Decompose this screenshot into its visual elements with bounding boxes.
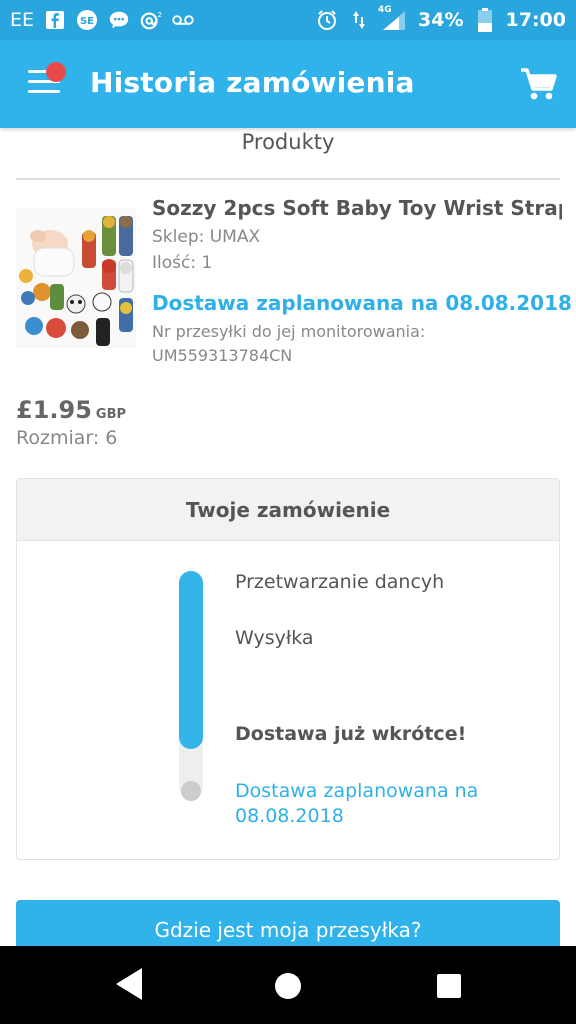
- navigation-bar: [0, 946, 576, 1024]
- svg-text:2: 2: [157, 10, 162, 19]
- notification-dot: [46, 62, 66, 82]
- order-status-card: Twoje zamówienie Przetwarzanie dancyh Wy…: [16, 478, 560, 860]
- back-icon[interactable]: [112, 966, 146, 1002]
- step-delivery-soon: Dostawa już wkrótce!: [235, 723, 467, 745]
- voicemail-icon: [172, 9, 194, 31]
- app-bar: Historia zamówienia: [0, 40, 576, 128]
- step-processing: Przetwarzanie dancyh: [235, 571, 445, 593]
- price-value: £1.95: [16, 396, 92, 424]
- network-type-label: 4G: [378, 5, 392, 15]
- step-shipping: Wysyłka: [235, 627, 314, 649]
- step-delivery-date: Dostawa zaplanowana na 08.08.2018: [235, 780, 479, 827]
- signal-icon: 4G: [378, 5, 408, 31]
- sf-app-icon: SE: [76, 9, 98, 31]
- product-image[interactable]: [16, 208, 136, 348]
- tracking-number: UM559313784CN: [152, 346, 293, 365]
- battery-percent: 34%: [418, 9, 464, 31]
- clock: 17:00: [505, 9, 566, 31]
- chat-bubble-icon: [108, 9, 130, 31]
- shopping-cart-icon[interactable]: [518, 66, 558, 102]
- product-delivery-date: Dostawa zaplanowana na 08.08.2018: [152, 291, 572, 315]
- facebook-icon: [44, 9, 66, 31]
- tracking-number-label: Nr przesyłki do jej monitorowania:: [152, 322, 426, 341]
- at-sign-icon: 2: [140, 9, 162, 31]
- product-quantity: Ilość: 1: [152, 253, 213, 273]
- data-arrows-icon: [348, 9, 370, 31]
- order-card-title: Twoje zamówienie: [17, 479, 559, 541]
- divider: [16, 178, 560, 180]
- home-icon[interactable]: [275, 973, 301, 999]
- product-shop: Sklep: UMAX: [152, 227, 261, 247]
- svg-text:SE: SE: [80, 16, 94, 27]
- battery-icon: [474, 8, 496, 32]
- product-price: £1.95 GBP: [16, 396, 126, 424]
- product-size: Rozmiar: 6: [16, 427, 118, 449]
- recent-apps-icon[interactable]: [437, 974, 461, 998]
- status-bar: EE SE 2 4G 34% 17:00: [0, 0, 576, 40]
- page-title: Historia zamówienia: [90, 66, 415, 99]
- carrier-label: EE: [10, 9, 35, 31]
- products-section-title: Produkty: [241, 130, 335, 154]
- progress-fill: [179, 571, 203, 749]
- product-name[interactable]: Sozzy 2pcs Soft Baby Toy Wrist Strap ...: [152, 196, 562, 220]
- progress-end-dot: [181, 781, 201, 801]
- price-currency: GBP: [95, 407, 127, 422]
- alarm-icon: [316, 9, 338, 31]
